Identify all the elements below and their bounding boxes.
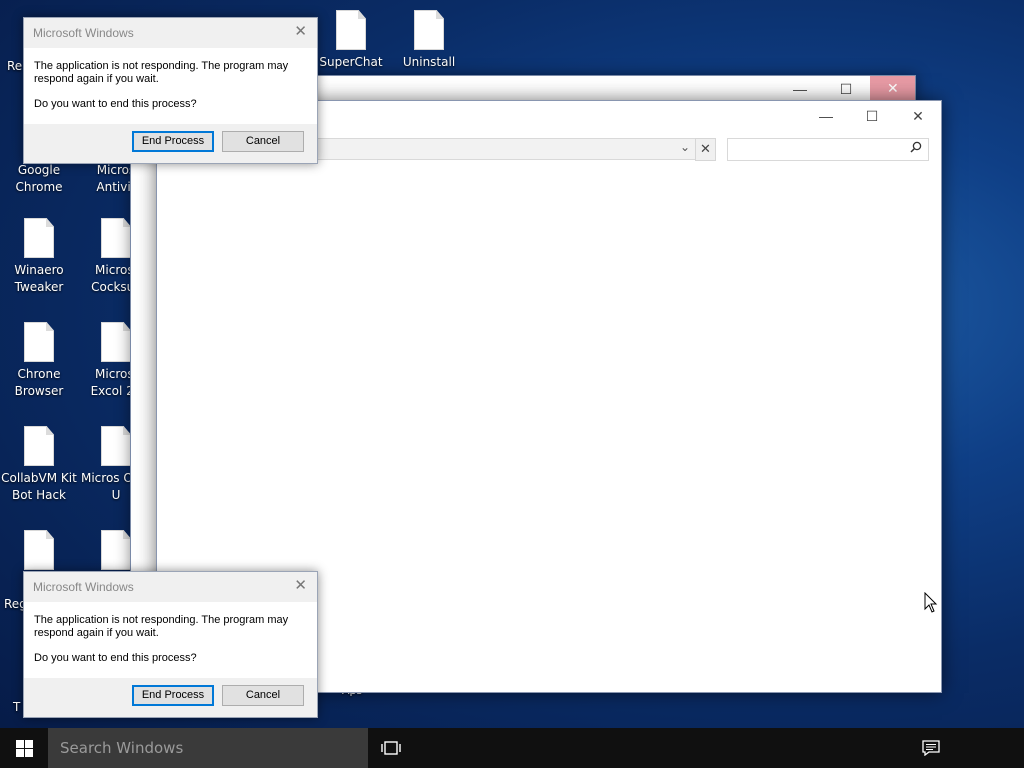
file-icon xyxy=(24,218,54,258)
not-responding-dialog[interactable]: Microsoft Windows ✕ The application is n… xyxy=(23,17,318,164)
cancel-button[interactable]: Cancel xyxy=(222,131,304,152)
desktop-icon-label: SuperChat xyxy=(319,55,383,69)
desktop-icon-label: Google Chrome xyxy=(15,163,63,194)
dialog-body: The application is not responding. The p… xyxy=(24,602,317,678)
search-input[interactable] xyxy=(727,138,929,161)
file-icon xyxy=(101,530,131,570)
dialog-message: The application is not responding. The p… xyxy=(34,60,289,85)
desktop-label-re: Re xyxy=(7,59,23,73)
file-icon xyxy=(24,322,54,362)
desktop-icon-chrone-browser[interactable]: Chrone Browser xyxy=(1,322,77,400)
desktop-icon-label: Uninstall xyxy=(402,55,456,69)
clear-address-button[interactable]: ✕ xyxy=(695,138,716,161)
not-responding-dialog[interactable]: Microsoft Windows ✕ The application is n… xyxy=(23,571,318,718)
minimize-button[interactable]: — xyxy=(803,101,849,131)
file-icon xyxy=(24,426,54,466)
maximize-button[interactable]: ☐ xyxy=(849,101,895,131)
close-icon[interactable]: ✕ xyxy=(294,576,307,594)
desktop-label-t: T xyxy=(13,700,21,714)
dialog-question: Do you want to end this process? xyxy=(34,98,197,110)
dialog-title: Microsoft Windows xyxy=(33,26,134,40)
desktop-icon-google-chrome[interactable]: Google Chrome xyxy=(1,162,77,196)
file-icon xyxy=(24,530,54,570)
file-icon xyxy=(414,10,444,50)
file-icon xyxy=(101,322,131,362)
desktop-icon-partial[interactable] xyxy=(1,530,77,574)
dialog-message: The application is not responding. The p… xyxy=(34,614,289,639)
windows-logo-icon xyxy=(15,739,33,757)
taskbar: Search Windows xyxy=(0,728,1024,768)
search-icon xyxy=(910,141,922,153)
desktop-icon-winaero-tweaker[interactable]: Winaero Tweaker xyxy=(1,218,77,296)
close-icon: ✕ xyxy=(887,80,899,96)
desktop-icon-label: Chrone Browser xyxy=(14,367,64,398)
close-button[interactable]: ✕ xyxy=(870,76,915,103)
desktop-icon-uninstall[interactable]: Uninstall xyxy=(391,10,467,71)
chevron-down-icon[interactable]: ⌄ xyxy=(680,140,690,154)
file-icon xyxy=(101,218,131,258)
dialog-question: Do you want to end this process? xyxy=(34,652,197,664)
desktop-icon-label: Winaero Tweaker xyxy=(14,263,64,294)
file-icon xyxy=(336,10,366,50)
close-icon: ✕ xyxy=(912,107,924,124)
dialog-title: Microsoft Windows xyxy=(33,580,134,594)
desktop-icon-collabvm-kit[interactable]: CollabVM Kit Bot Hack xyxy=(1,426,77,504)
end-process-button[interactable]: End Process xyxy=(132,685,214,706)
close-icon: ✕ xyxy=(700,141,711,156)
cancel-button[interactable]: Cancel xyxy=(222,685,304,706)
start-button[interactable] xyxy=(0,728,48,768)
close-icon[interactable]: ✕ xyxy=(294,22,307,40)
task-view-icon[interactable] xyxy=(381,740,401,756)
desktop-icon-superchat[interactable]: SuperChat xyxy=(313,10,389,71)
arrow-cursor-icon xyxy=(924,592,938,613)
action-center-icon[interactable] xyxy=(922,740,940,756)
close-button[interactable]: ✕ xyxy=(895,101,941,131)
dialog-body: The application is not responding. The p… xyxy=(24,48,317,124)
file-icon xyxy=(101,426,131,466)
taskbar-search-box[interactable]: Search Windows xyxy=(48,728,368,768)
end-process-button[interactable]: End Process xyxy=(132,131,214,152)
desktop-icon-label: CollabVM Kit Bot Hack xyxy=(1,471,77,502)
